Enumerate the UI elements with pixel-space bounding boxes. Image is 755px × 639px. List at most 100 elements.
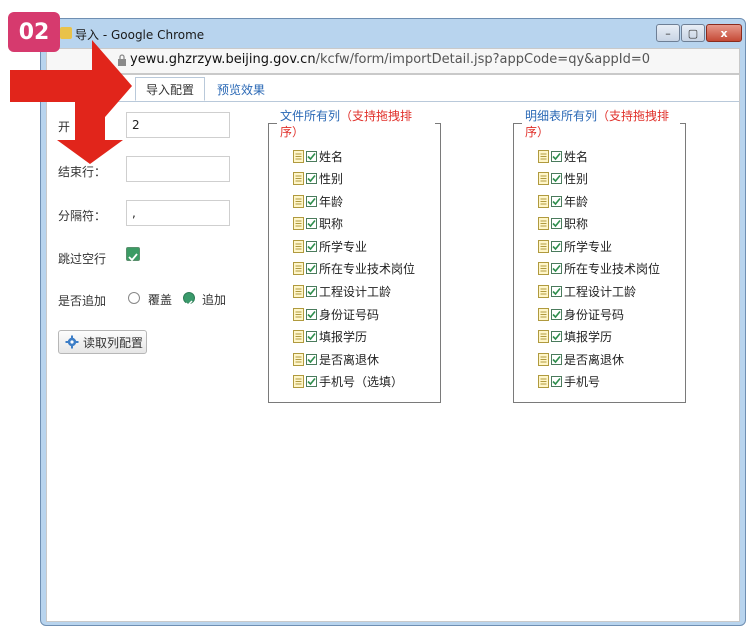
document-icon [293, 217, 304, 231]
checkbox-checked[interactable] [306, 263, 317, 275]
column-label: 身份证号码 [319, 307, 380, 322]
column-item[interactable]: 所在专业技术岗位 [293, 262, 438, 276]
checkbox-checked[interactable] [306, 353, 317, 365]
column-label: 所学专业 [564, 239, 613, 254]
document-icon [293, 330, 304, 344]
checkbox-checked[interactable] [551, 195, 562, 207]
column-item[interactable]: 所在专业技术岗位 [538, 262, 683, 276]
column-item[interactable]: 所学专业 [538, 239, 683, 254]
column-label: 所学专业 [319, 239, 368, 254]
radio-overwrite[interactable] [128, 292, 140, 304]
column-item[interactable]: 姓名 [293, 149, 438, 164]
tab-import-config[interactable]: 导入配置 [135, 77, 205, 101]
column-item[interactable]: 身份证号码 [538, 307, 683, 322]
maximize-button[interactable]: ▢ [681, 24, 705, 42]
column-label: 职称 [564, 217, 589, 232]
document-icon [293, 149, 304, 163]
document-icon [293, 262, 304, 276]
column-label: 手机号 [564, 375, 601, 390]
column-item[interactable]: 性别 [293, 172, 438, 186]
legend-hint: （支持拖拽排 [340, 109, 413, 123]
checkbox-checked[interactable] [551, 308, 562, 320]
checkbox-checked[interactable] [551, 218, 562, 230]
radio-append[interactable] [183, 292, 195, 307]
checkbox-checked[interactable] [306, 218, 317, 230]
file-columns-list: 姓名性别年龄职称所学专业所在专业技术岗位 工程设计工龄身份证号码填报学历是否离退休… [293, 149, 438, 398]
document-icon [538, 330, 549, 344]
legend-hint: （支持拖拽排 [597, 109, 670, 123]
column-item[interactable]: 填报学历 [293, 330, 438, 344]
column-item[interactable]: 手机号（选填） [293, 375, 438, 389]
column-label: 性别 [319, 172, 344, 187]
column-label: 职称 [319, 217, 344, 232]
column-item[interactable]: 手机号 [538, 375, 683, 389]
skip-empty-label: 跳过空行 [58, 252, 107, 266]
column-item[interactable]: 身份证号码 [293, 307, 438, 322]
column-item[interactable]: 职称 [293, 217, 438, 231]
column-item[interactable]: 工程设计工龄 [293, 285, 438, 299]
url-host: yewu.ghzrzyw.beijing.gov.cn [130, 52, 316, 67]
checkbox-checked[interactable] [551, 263, 562, 275]
column-label: 年龄 [564, 194, 589, 209]
skip-empty-checkbox[interactable] [126, 247, 140, 262]
document-icon [293, 285, 304, 299]
column-item[interactable]: 工程设计工龄 [538, 285, 683, 299]
document-icon [293, 307, 304, 321]
column-label: 年龄 [319, 194, 344, 209]
close-button[interactable]: x [706, 24, 742, 42]
column-label: 性别 [564, 172, 589, 187]
column-item[interactable]: 是否离退休 [538, 352, 683, 367]
checkbox-checked[interactable] [306, 286, 317, 298]
checkbox-checked[interactable] [551, 150, 562, 162]
checkbox-checked[interactable] [306, 240, 317, 252]
tab-preview[interactable]: 预览效果 [209, 77, 273, 101]
checkbox-checked[interactable] [551, 376, 562, 388]
column-label: 手机号（选填） [319, 375, 404, 390]
column-item[interactable]: 填报学历 [538, 330, 683, 344]
checkbox-checked[interactable] [306, 173, 317, 185]
start-row-input[interactable]: 2 [126, 112, 230, 138]
url-text[interactable]: yewu.ghzrzyw.beijing.gov.cn/kcfw/form/im… [130, 52, 650, 67]
column-item[interactable]: 年龄 [293, 194, 438, 209]
read-columns-label: 读取列配置 [83, 335, 144, 350]
column-label: 所在专业技术岗位 [564, 262, 661, 277]
column-item[interactable]: 年龄 [538, 194, 683, 209]
separator-label: 分隔符： [58, 209, 107, 223]
checkbox-checked[interactable] [306, 308, 317, 320]
checkbox-checked[interactable] [551, 331, 562, 343]
document-icon [538, 194, 549, 208]
document-icon [293, 352, 304, 366]
separator-input[interactable]: , [126, 200, 230, 226]
column-item[interactable]: 职称 [538, 217, 683, 231]
checkbox-checked[interactable] [551, 353, 562, 365]
radio-overwrite-label: 覆盖 [148, 293, 173, 307]
checkbox-checked[interactable] [306, 376, 317, 388]
document-icon [538, 217, 549, 231]
checkbox-checked[interactable] [551, 286, 562, 298]
column-item[interactable]: 所学专业 [293, 239, 438, 254]
checkbox-checked[interactable] [306, 150, 317, 162]
append-label: 是否追加 [58, 294, 107, 308]
column-item[interactable]: 性别 [538, 172, 683, 186]
document-icon [538, 307, 549, 321]
column-label: 工程设计工龄 [564, 285, 637, 300]
column-item[interactable]: 是否离退休 [293, 352, 438, 367]
document-icon [293, 375, 304, 389]
checkbox-checked[interactable] [551, 240, 562, 252]
detail-columns-list: 姓名性别年龄职称所学专业所在专业技术岗位 工程设计工龄 身份证号码填报学历是否离退休… [538, 149, 683, 398]
column-label: 身份证号码 [564, 307, 625, 322]
document-icon [538, 352, 549, 366]
radio-append-label: 追加 [202, 293, 227, 307]
end-row-input[interactable] [126, 156, 230, 182]
red-arrow-annotation [57, 100, 123, 164]
column-item[interactable]: 姓名 [538, 149, 683, 164]
read-columns-button[interactable]: 读取列配置 [58, 330, 147, 354]
minimize-button[interactable]: – [656, 24, 680, 42]
checkbox-checked[interactable] [306, 331, 317, 343]
column-label: 是否离退休 [319, 352, 380, 367]
checkbox-checked[interactable] [551, 173, 562, 185]
checkbox-checked[interactable] [306, 195, 317, 207]
document-icon [293, 194, 304, 208]
check-icon [185, 300, 193, 307]
file-columns-legend: 文件所有列（支持拖拽排 序） [277, 108, 435, 140]
